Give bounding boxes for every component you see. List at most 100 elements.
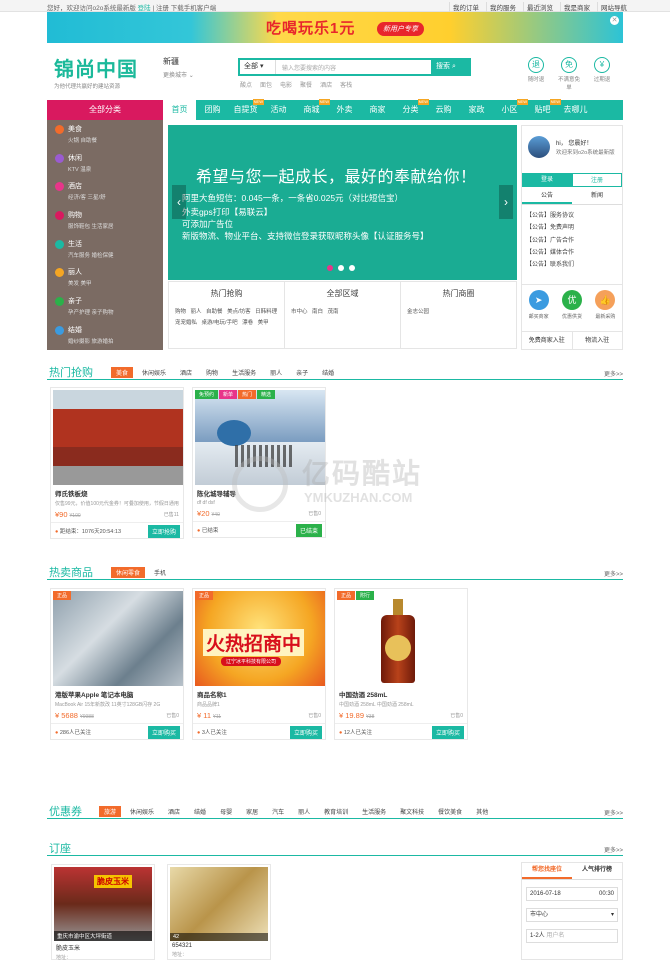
site-logo[interactable]: 锦尚中国 为他代理共赢好的建站资源 <box>54 53 138 90</box>
city-switcher[interactable]: 新疆 更换城市 ⌄ <box>163 56 194 79</box>
section-tag[interactable]: 亲子 <box>291 367 313 378</box>
hero-slider[interactable]: 希望与您一起成长，最好的奉献给你！ 阿里大鱼短信：0.045一条，一条省0.02… <box>168 125 517 280</box>
chevron-left-icon[interactable]: ‹ <box>172 185 186 219</box>
hot-keyword[interactable]: 客栈 <box>340 80 352 89</box>
more-link[interactable]: 更多>> <box>604 569 623 578</box>
seat-card[interactable]: 42 654321 地址： <box>167 864 271 960</box>
area-select[interactable]: 市中心 ▾ <box>526 908 618 922</box>
quick-col-links[interactable]: 购物 丽人 自助餐 美点/坊客 日韩料理 宠宠婚私 桌游/电玩/手吧 漂卷 美甲 <box>175 307 278 329</box>
close-icon[interactable]: ✕ <box>610 16 619 25</box>
section-tag[interactable]: 酒店 <box>175 367 197 378</box>
buy-button[interactable]: 立即抢购 <box>147 525 180 538</box>
section-tag[interactable]: 生活服务 <box>357 806 391 817</box>
section-tag[interactable]: 结婚 <box>317 367 339 378</box>
my-orders-link[interactable]: 我的订单 <box>449 2 482 12</box>
login-link[interactable]: 登陆 <box>138 5 151 12</box>
category-item[interactable]: 丽人 美发 美甲 <box>47 263 163 292</box>
slider-dot[interactable] <box>349 265 355 271</box>
section-tag[interactable]: 手机 <box>149 567 171 578</box>
register-link[interactable]: 注册 <box>156 5 169 12</box>
all-categories-button[interactable]: 全部分类 <box>47 100 163 120</box>
section-tag[interactable]: 其他 <box>471 806 493 817</box>
promo-banner[interactable]: 吃喝玩乐1元 新用户专享 ✕ <box>47 12 623 43</box>
hot-keyword[interactable]: 聚餐 <box>300 80 312 89</box>
hot-keyword[interactable]: 酸点 <box>240 80 252 89</box>
nav-item[interactable]: 活动 <box>262 100 295 120</box>
item-card[interactable]: 正品 附行 中国劲酒 258mL 中国劲酒 258mL 中国劲酒 258mL ¥ 19.… <box>334 588 468 740</box>
buy-button[interactable]: 立即购买 <box>147 726 180 739</box>
nav-item[interactable]: 去哪儿 <box>559 100 592 120</box>
free-order-badge[interactable]: 免不满意免单 <box>557 57 581 91</box>
more-link[interactable]: 更多>> <box>604 845 623 854</box>
item-card[interactable]: 正品 港版苹果Apple 笔记本电脑 MacBook Air 15年新款改 11英寸… <box>50 588 184 740</box>
search-input[interactable]: 输入您要搜索的内容 <box>282 63 336 72</box>
download-link[interactable]: 下载手机客户端 <box>171 5 217 12</box>
merchant-join-link[interactable]: 免费商家入驻 <box>522 332 573 350</box>
section-tag[interactable]: 聚文科技 <box>395 806 429 817</box>
more-link[interactable]: 更多>> <box>604 369 623 378</box>
section-tag[interactable]: 丽人 <box>265 367 287 378</box>
nav-item[interactable]: 家政 <box>460 100 493 120</box>
nav-item[interactable]: 小区 NEW <box>493 99 528 120</box>
people-select[interactable]: 1-2人 用户名 <box>526 929 618 943</box>
nav-item[interactable]: 首页 <box>163 100 196 120</box>
service-purchase[interactable]: 👍 最新采购 <box>589 290 622 320</box>
hot-keyword[interactable]: 酒店 <box>320 80 332 89</box>
notice-item[interactable]: 【公告】联系我们 <box>526 259 574 271</box>
category-item[interactable]: 酒店 经济/客 三星/舒 <box>47 177 163 206</box>
section-tag[interactable]: 购物 <box>201 367 223 378</box>
buy-button[interactable]: 立即购买 <box>431 726 464 739</box>
tab-find-seat[interactable]: 帮您找座位 <box>522 863 572 879</box>
expired-refund-badge[interactable]: ¥ 过期退 <box>590 57 614 91</box>
nav-item[interactable]: 贴吧 NEW <box>526 99 561 120</box>
category-item[interactable]: 生活 汽车服务 婚检保健 <box>47 235 163 264</box>
buy-button[interactable]: 立即购买 <box>289 726 322 739</box>
search-button[interactable]: 搜索 ⌕ <box>431 60 469 74</box>
date-time-field[interactable]: 2016-07-18 00:30 <box>526 887 618 901</box>
tab-news[interactable]: 新闻 <box>572 190 622 204</box>
section-tag[interactable]: 母婴 <box>215 806 237 817</box>
section-tag[interactable]: 休闲娱乐 <box>125 806 159 817</box>
nav-item[interactable]: 外卖 <box>328 100 361 120</box>
nav-item[interactable]: 自提货 NEW <box>229 99 264 120</box>
tab-ranking[interactable]: 人气排行榜 <box>572 863 622 879</box>
nav-item[interactable]: 团购 <box>196 100 229 120</box>
search-category-select[interactable]: 全部 ▾ <box>240 60 276 74</box>
nav-item[interactable]: 云购 <box>427 100 460 120</box>
quick-col-links[interactable]: 市中心 南白 茂南 <box>291 307 394 318</box>
section-tag[interactable]: 教育培训 <box>319 806 353 817</box>
item-card[interactable]: 火热招商中 辽宁冰平科技有限公司 正品 商品名称1 商品品牌1 ¥ 11 ¥11 已售0 ● 3… <box>192 588 326 740</box>
notice-item[interactable]: 【公告】媒体合作 <box>526 247 574 259</box>
section-tag[interactable]: 餐饮美食 <box>433 806 467 817</box>
section-tag[interactable]: 丽人 <box>293 806 315 817</box>
login-button[interactable]: 登录 <box>522 173 572 187</box>
notice-item[interactable]: 【公告】广告合作 <box>526 235 574 247</box>
recent-link[interactable]: 最近浏览 <box>523 2 556 12</box>
category-item[interactable]: 休闲 KTV 温泉 <box>47 149 163 178</box>
category-item[interactable]: 美食 火锅 自助餐 <box>47 120 163 149</box>
section-tag[interactable]: 酒店 <box>163 806 185 817</box>
slider-dot[interactable] <box>327 265 333 271</box>
nav-item[interactable]: 商家 <box>361 100 394 120</box>
nav-item[interactable]: 分类 NEW <box>394 99 429 120</box>
hot-keyword[interactable]: 电影 <box>280 80 292 89</box>
service-discount[interactable]: 优优惠供货 <box>555 290 588 320</box>
register-button[interactable]: 注册 <box>572 173 622 187</box>
item-card[interactable]: 师氏铁板烧 仅售99元，价值100元代金券！可叠加使用，节假日通用 ¥90 ¥100 已… <box>50 387 184 539</box>
tab-notices[interactable]: 公告 <box>522 190 572 204</box>
my-service-link[interactable]: 我的服务 <box>486 2 519 12</box>
more-link[interactable]: 更多>> <box>604 808 623 817</box>
merchant-link[interactable]: 我是商家 <box>560 2 593 12</box>
hot-keyword[interactable]: 面包 <box>260 80 272 89</box>
section-tag[interactable]: 休闲零食 <box>111 567 146 578</box>
section-tag[interactable]: 汽车 <box>267 806 289 817</box>
section-tag[interactable]: 生活服务 <box>227 367 261 378</box>
refund-anytime-badge[interactable]: 退随时退 <box>524 57 548 91</box>
section-tag[interactable]: 结婚 <box>189 806 211 817</box>
section-tag[interactable]: 美食 <box>111 367 134 378</box>
logistics-join-link[interactable]: 物流入驻 <box>573 332 623 350</box>
notice-item[interactable]: 【公告】免费声明 <box>526 222 574 234</box>
chevron-right-icon[interactable]: › <box>499 185 513 219</box>
site-nav-link[interactable]: 网站导航 <box>597 2 630 12</box>
section-tag[interactable]: 家居 <box>241 806 263 817</box>
